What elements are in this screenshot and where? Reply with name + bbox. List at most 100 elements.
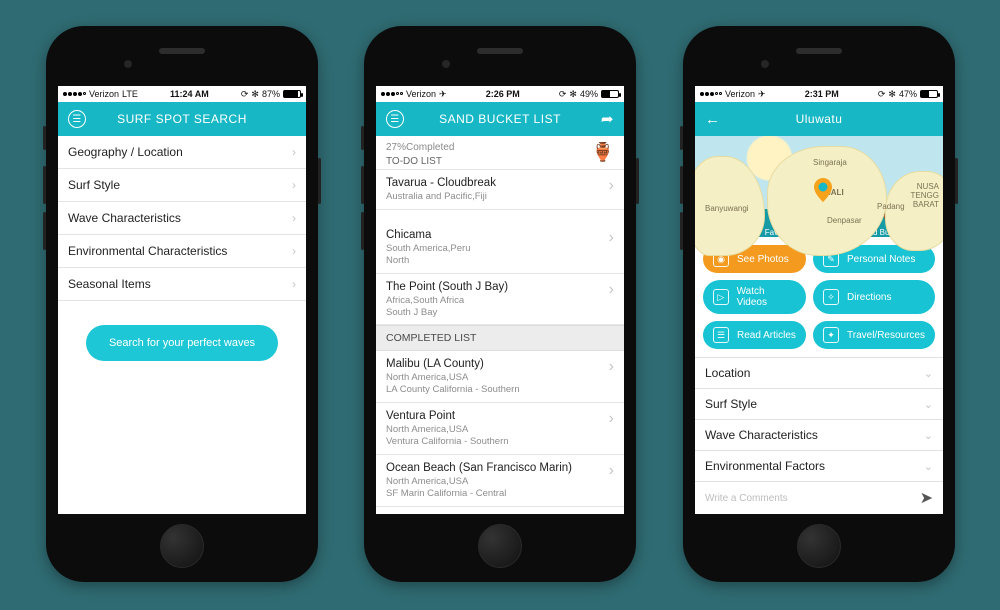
spot-name: Malibu (LA County) <box>386 358 520 370</box>
nav-share-button[interactable]: ➦ <box>591 102 624 136</box>
spot-name: Chicama <box>386 229 471 241</box>
resources-icon: ✦ <box>823 327 839 343</box>
pill-read-articles[interactable]: ☰ Read Articles <box>703 321 806 349</box>
comment-input-row: Write a Comments ➤ <box>695 482 943 514</box>
todo-item[interactable]: Chicama South America,Peru North › <box>376 222 624 274</box>
map-label: Banyuwangi <box>705 204 749 213</box>
pill-watch-videos[interactable]: ▷ Watch Videos <box>703 280 806 314</box>
todo-label: TO-DO LIST <box>386 153 454 167</box>
phone-frame-1: Verizon LTE 11:24 AM ⟳✻ 87% ☰ SURF SPOT … <box>46 26 318 582</box>
chevron-right-icon: › <box>292 145 296 159</box>
pill-travel-resources[interactable]: ✦ Travel/Resources <box>813 321 935 349</box>
accordion-label: Environmental Factors <box>705 459 825 473</box>
chevron-right-icon: › <box>609 229 614 247</box>
carrier-label: Verizon <box>725 89 755 99</box>
completed-item[interactable]: Ventura Point North America,USA Ventura … <box>376 403 624 455</box>
spot-meta: North America,USA <box>386 424 509 436</box>
nav-back-button[interactable]: ← <box>695 102 731 136</box>
search-button[interactable]: Search for your perfect waves <box>86 325 278 361</box>
spot-meta: North <box>386 255 471 267</box>
pill-label: Read Articles <box>737 330 796 341</box>
directions-icon: ✧ <box>823 289 839 305</box>
network-label: LTE <box>122 89 138 99</box>
progress-header: 27%Completed TO-DO LIST 🏺 <box>376 136 624 169</box>
chevron-down-icon: ⌄ <box>924 429 933 442</box>
filter-row-surf-style[interactable]: Surf Style › <box>58 169 306 202</box>
filter-label: Wave Characteristics <box>68 211 181 225</box>
filter-row-wave-characteristics[interactable]: Wave Characteristics › <box>58 202 306 235</box>
spot-meta: SF Marin California - Central <box>386 488 572 500</box>
share-icon: ➦ <box>601 110 614 128</box>
bucket-list-body: 27%Completed TO-DO LIST 🏺 Tavarua - Clou… <box>376 136 624 514</box>
nav-menu-button[interactable]: ☰ <box>376 102 414 136</box>
battery-percent: 87% <box>262 89 280 99</box>
video-icon: ▷ <box>713 289 729 305</box>
pill-label: Travel/Resources <box>847 330 925 341</box>
chevron-right-icon: › <box>609 358 614 376</box>
menu-icon: ☰ <box>68 110 86 128</box>
accordion-label: Surf Style <box>705 397 757 411</box>
todo-item[interactable]: The Point (South J Bay) Africa,South Afr… <box>376 274 624 326</box>
filter-row-geography[interactable]: Geography / Location › <box>58 136 306 169</box>
navbar: ☰ SAND BUCKET LIST ➦ <box>376 102 624 136</box>
map-view[interactable]: Banyuwangi Singaraja BALI Denpasar Padan… <box>695 136 943 209</box>
comment-input[interactable]: Write a Comments <box>705 493 920 504</box>
accordion-row-environmental[interactable]: Environmental Factors ⌄ <box>695 451 943 482</box>
battery-percent: 47% <box>899 89 917 99</box>
spot-meta: South America,Peru <box>386 243 471 255</box>
spot-meta: Africa,South Africa <box>386 295 508 307</box>
send-icon[interactable]: ➤ <box>920 488 933 508</box>
accordion-row-wave[interactable]: Wave Characteristics ⌄ <box>695 420 943 451</box>
chevron-down-icon: ⌄ <box>924 367 933 380</box>
pill-label: Watch Videos <box>737 286 796 308</box>
navbar: ☰ SURF SPOT SEARCH <box>58 102 306 136</box>
chevron-right-icon: › <box>292 178 296 192</box>
progress-text: 27%Completed <box>386 142 454 153</box>
filter-list: Geography / Location › Surf Style › Wave… <box>58 136 306 514</box>
spot-name: Tavarua - Cloudbreak <box>386 177 496 189</box>
back-arrow-icon: ← <box>705 111 721 128</box>
spot-name: The Point (South J Bay) <box>386 281 508 293</box>
chevron-right-icon: › <box>292 211 296 225</box>
accordion-label: Location <box>705 366 750 380</box>
search-button-label: Search for your perfect waves <box>109 337 255 349</box>
filter-label: Surf Style <box>68 178 120 192</box>
accordion-label: Wave Characteristics <box>705 428 818 442</box>
battery-icon <box>920 90 938 98</box>
filter-row-environmental[interactable]: Environmental Characteristics › <box>58 235 306 268</box>
menu-icon: ☰ <box>386 110 404 128</box>
phone-frame-2: Verizon ✈ 2:26 PM ⟳✻ 49% ☰ SAND BUCKET L… <box>364 26 636 582</box>
status-bar: Verizon ✈ 2:26 PM ⟳✻ 49% <box>376 86 624 102</box>
chevron-right-icon: › <box>609 462 614 480</box>
chevron-right-icon: › <box>609 410 614 428</box>
spot-meta: North America,USA <box>386 372 520 384</box>
pill-directions[interactable]: ✧ Directions <box>813 280 935 314</box>
filter-label: Geography / Location <box>68 145 183 159</box>
chevron-right-icon: › <box>609 177 614 195</box>
status-time: 11:24 AM <box>170 89 209 99</box>
spot-meta: LA County California - Southern <box>386 384 520 396</box>
spot-meta: Ventura California - Southern <box>386 436 509 448</box>
status-bar: Verizon LTE 11:24 AM ⟳✻ 87% <box>58 86 306 102</box>
page-title: SURF SPOT SEARCH <box>117 112 247 126</box>
map-label: NUSA TENGG BARAT <box>891 182 939 209</box>
spot-meta: South J Bay <box>386 307 508 319</box>
carrier-label: Verizon <box>89 89 119 99</box>
accordion-row-surf-style[interactable]: Surf Style ⌄ <box>695 389 943 420</box>
accordion-row-location[interactable]: Location ⌄ <box>695 358 943 389</box>
todo-item[interactable]: Tavarua - Cloudbreak Australia and Pacif… <box>376 170 624 210</box>
pill-label: Directions <box>847 292 891 303</box>
spot-name: Ocean Beach (San Francisco Marin) <box>386 462 572 474</box>
completed-item[interactable]: Malibu (LA County) North America,USA LA … <box>376 351 624 403</box>
spot-meta: North America,USA <box>386 476 572 488</box>
battery-icon <box>601 90 619 98</box>
completed-label: COMPLETED LIST <box>376 325 624 351</box>
nav-menu-button[interactable]: ☰ <box>58 102 96 136</box>
article-icon: ☰ <box>713 327 729 343</box>
screen-3: Verizon ✈ 2:31 PM ⟳✻ 47% ← Uluwatu Banyu… <box>695 86 943 514</box>
battery-icon <box>283 90 301 98</box>
map-label: Singaraja <box>813 158 847 167</box>
completed-item[interactable]: Ocean Beach (San Francisco Marin) North … <box>376 455 624 507</box>
filter-row-seasonal[interactable]: Seasonal Items › <box>58 268 306 301</box>
pill-label: See Photos <box>737 254 789 265</box>
